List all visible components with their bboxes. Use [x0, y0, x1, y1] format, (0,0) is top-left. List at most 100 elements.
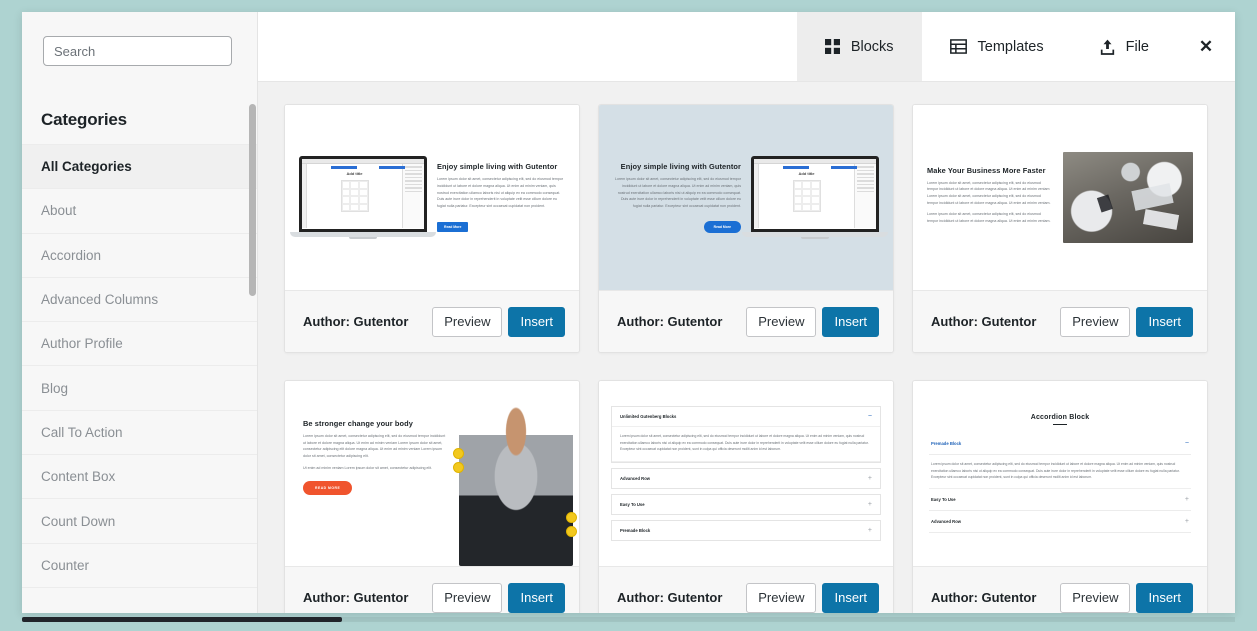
- insert-button[interactable]: Insert: [1136, 582, 1193, 613]
- laptop-screen-title: Add title: [798, 171, 815, 176]
- sidebar-item-accordion[interactable]: Accordion: [22, 234, 257, 278]
- categories-list: All Categories About Accordion Advanced …: [22, 144, 257, 613]
- preview-body: Lorem ipsum dolor sit amet, consectetur …: [614, 177, 741, 208]
- accordion-item-label: Easy To Use: [620, 501, 645, 507]
- card-footer: Author: Gutentor Preview Insert: [913, 290, 1207, 352]
- horizontal-scrollbar-thumb[interactable]: [22, 617, 342, 622]
- accordion-item-label: Unlimited Gutenberg Blocks: [620, 414, 677, 420]
- sidebar-item-counter[interactable]: Counter: [22, 544, 257, 588]
- accordion-item-header[interactable]: Easy To Use +: [611, 493, 881, 515]
- accordion-widget[interactable]: Unlimited Gutenberg Blocks − Lorem ipsum…: [611, 406, 881, 463]
- accordion-item-header[interactable]: Premade Block +: [611, 519, 881, 541]
- sidebar-item-author-profile[interactable]: Author Profile: [22, 322, 257, 367]
- preview-body-2: Lorem ipsum dolor sit amet, consectetur …: [927, 212, 1051, 223]
- sidebar-item-advanced-columns[interactable]: Advanced Columns: [22, 278, 257, 323]
- plus-icon: +: [867, 474, 872, 482]
- sidebar-item-blog[interactable]: Blog: [22, 366, 257, 411]
- template-preview[interactable]: Be stronger change your body Lorem ipsum…: [285, 381, 579, 566]
- preview-button[interactable]: Preview: [1060, 306, 1131, 337]
- card-author: Author: Gutentor: [931, 590, 1037, 605]
- preview-cta-button: Read More: [703, 220, 741, 233]
- search-input[interactable]: [43, 36, 232, 66]
- sidebar-item-label: Call To Action: [41, 424, 123, 440]
- card-footer: Author: Gutentor Preview Insert: [285, 566, 579, 613]
- card-author: Author: Gutentor: [303, 314, 409, 329]
- tab-blocks[interactable]: Blocks: [796, 12, 922, 81]
- horizontal-scrollbar[interactable]: [22, 617, 1235, 622]
- preview-heading: Enjoy simple living with Gutentor: [437, 162, 558, 172]
- sidebar-item-label: Author Profile: [41, 336, 123, 352]
- plus-icon: +: [867, 500, 872, 508]
- template-preview[interactable]: Unlimited Gutenberg Blocks − Lorem ipsum…: [599, 381, 893, 566]
- upload-icon: [1100, 39, 1115, 55]
- template-card[interactable]: Enjoy simple living with Gutentor Lorem …: [598, 104, 894, 353]
- sidebar-item-label: Counter: [41, 557, 90, 573]
- template-card[interactable]: Be stronger change your body Lorem ipsum…: [284, 380, 580, 613]
- template-card[interactable]: Add title Enjoy simple living with Guten…: [284, 104, 580, 353]
- preview-button[interactable]: Preview: [746, 582, 817, 613]
- tab-label: Templates: [977, 38, 1044, 55]
- template-preview[interactable]: Accordion Block Premade Block − Lorem ip…: [913, 381, 1207, 566]
- sidebar-item-about[interactable]: About: [22, 189, 257, 234]
- templates-grid-area: Add title Enjoy simple living with Guten…: [258, 82, 1235, 613]
- plus-icon: +: [867, 526, 872, 534]
- preview-body: Lorem ipsum dolor sit amet, consectetur …: [303, 434, 446, 458]
- template-library-modal: Categories All Categories About Accordio…: [22, 12, 1235, 613]
- preview-button[interactable]: Preview: [1060, 582, 1131, 613]
- sidebar-scrollbar-thumb[interactable]: [249, 104, 256, 296]
- accordion-item-label: Premade Block: [931, 441, 962, 447]
- template-card[interactable]: Make Your Business More Faster Lorem ips…: [912, 104, 1208, 353]
- insert-button[interactable]: Insert: [1136, 306, 1193, 337]
- preview-button[interactable]: Preview: [432, 582, 503, 613]
- sidebar-item-label: About: [41, 203, 77, 219]
- tab-file[interactable]: File: [1071, 12, 1177, 81]
- tab-bar-spacer: [258, 12, 797, 81]
- accordion-item-body: Lorem ipsum dolor sit amet, consectetur …: [929, 455, 1191, 490]
- accordion-item-header[interactable]: Easy To Use +: [929, 489, 1191, 512]
- sidebar-item-label: All Categories: [41, 159, 132, 175]
- meeting-photo: [1063, 152, 1193, 243]
- sidebar-item-label: Blog: [41, 380, 69, 396]
- insert-button[interactable]: Insert: [822, 582, 879, 613]
- plus-icon: +: [1184, 518, 1189, 526]
- card-footer: Author: Gutentor Preview Insert: [599, 566, 893, 613]
- preview-body: Lorem ipsum dolor sit amet, consectetur …: [437, 177, 564, 208]
- tab-bar: Blocks Templates File ✕: [258, 12, 1235, 82]
- accordion-item-header[interactable]: Advanced Row +: [929, 511, 1191, 534]
- accordion-item-header[interactable]: Unlimited Gutenberg Blocks −: [612, 407, 880, 428]
- insert-button[interactable]: Insert: [822, 306, 879, 337]
- title-underline: [1053, 423, 1067, 426]
- sidebar-item-all-categories[interactable]: All Categories: [22, 145, 257, 190]
- sidebar-scrollbar[interactable]: [249, 104, 256, 613]
- template-card[interactable]: Unlimited Gutenberg Blocks − Lorem ipsum…: [598, 380, 894, 613]
- accordion-title: Accordion Block: [1030, 413, 1090, 421]
- template-preview[interactable]: Make Your Business More Faster Lorem ips…: [913, 105, 1207, 290]
- template-preview[interactable]: Enjoy simple living with Gutentor Lorem …: [599, 105, 893, 290]
- accordion-item-body: Lorem ipsum dolor sit amet, consectetur …: [612, 427, 880, 462]
- accordion-item-header[interactable]: Advanced Row +: [611, 467, 881, 489]
- preview-cta-button: READ MORE: [303, 481, 353, 496]
- template-card[interactable]: Accordion Block Premade Block − Lorem ip…: [912, 380, 1208, 613]
- categories-heading: Categories: [41, 110, 127, 129]
- template-preview[interactable]: Add title Enjoy simple living with Guten…: [285, 105, 579, 290]
- card-footer: Author: Gutentor Preview Insert: [599, 290, 893, 352]
- preview-button[interactable]: Preview: [746, 306, 817, 337]
- preview-button[interactable]: Preview: [432, 306, 503, 337]
- accordion-widget[interactable]: Premade Block − Lorem ipsum dolor sit am…: [929, 433, 1191, 534]
- insert-button[interactable]: Insert: [508, 306, 565, 337]
- dumbbell-icon: [566, 526, 577, 537]
- categories-sidebar: Categories All Categories About Accordio…: [22, 12, 258, 613]
- accordion-item-label: Easy To Use: [931, 497, 956, 503]
- close-icon[interactable]: ✕: [1177, 12, 1235, 81]
- preview-heading: Be stronger change your body: [303, 419, 413, 428]
- sidebar-item-content-box[interactable]: Content Box: [22, 455, 257, 500]
- accordion-item-header[interactable]: Premade Block −: [929, 433, 1191, 456]
- sidebar-item-count-down[interactable]: Count Down: [22, 499, 257, 544]
- insert-button[interactable]: Insert: [508, 582, 565, 613]
- tab-label: File: [1125, 38, 1149, 55]
- sidebar-item-label: Advanced Columns: [41, 292, 159, 308]
- search-container: [22, 12, 257, 66]
- plus-icon: +: [1184, 496, 1189, 504]
- tab-templates[interactable]: Templates: [921, 12, 1072, 81]
- sidebar-item-call-to-action[interactable]: Call To Action: [22, 411, 257, 456]
